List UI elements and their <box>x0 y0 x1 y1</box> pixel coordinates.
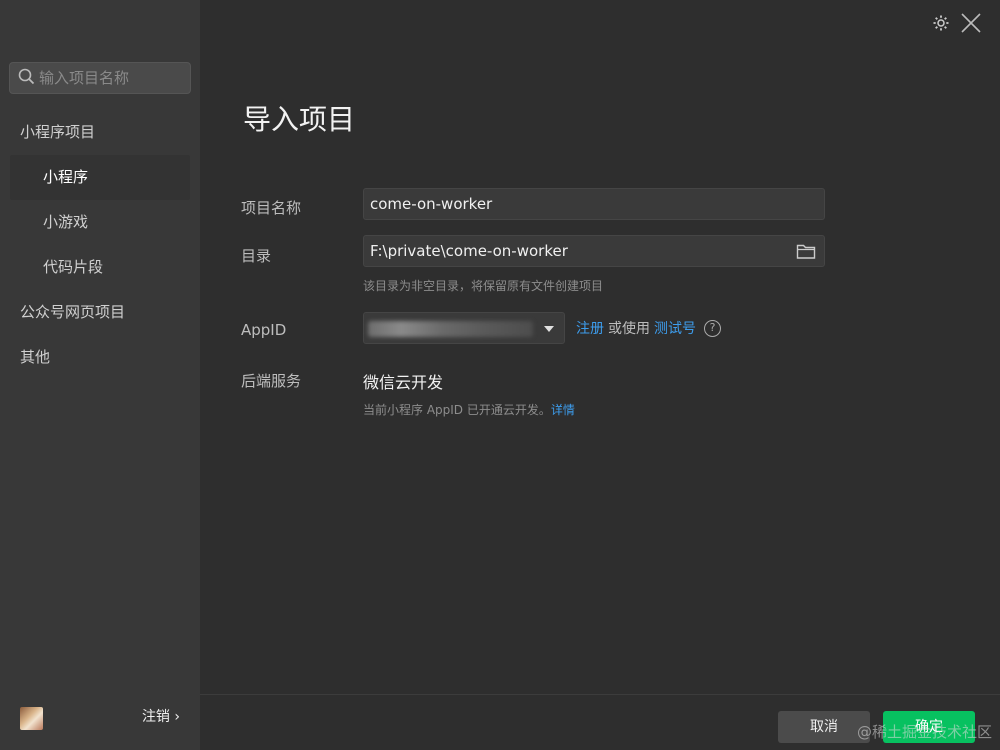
avatar[interactable] <box>20 707 43 730</box>
sidebar-nav: 小程序项目 小程序 小游戏 代码片段 公众号网页项目 其他 <box>0 110 200 380</box>
bottom-bar: 取消 确定 <box>200 694 1000 750</box>
sidebar-item-code-snippet[interactable]: 代码片段 <box>0 245 200 290</box>
or-use-text: 或使用 <box>608 321 650 337</box>
backend-hint: 当前小程序 AppID 已开通云开发。 <box>363 403 551 417</box>
backend-details-link[interactable]: 详情 <box>551 403 575 417</box>
sidebar-item-other[interactable]: 其他 <box>0 335 200 380</box>
test-account-link[interactable]: 测试号 <box>654 318 696 338</box>
sidebar-item-minigame[interactable]: 小游戏 <box>0 200 200 245</box>
folder-icon[interactable] <box>796 243 816 264</box>
appid-redacted-value <box>368 321 533 337</box>
project-name-input[interactable] <box>370 195 770 213</box>
sidebar-item-miniprogram-project[interactable]: 小程序项目 <box>0 110 200 155</box>
search-input[interactable] <box>39 69 179 87</box>
help-icon[interactable]: ? <box>704 319 721 337</box>
backend-hint-row: 当前小程序 AppID 已开通云开发。详情 <box>363 401 575 418</box>
main-panel: 导入项目 项目名称 目录 该目录为非空目录，将保留原有文件创建项目 AppID … <box>200 0 1000 750</box>
directory-input[interactable] <box>370 242 770 260</box>
cancel-button[interactable]: 取消 <box>778 711 870 743</box>
project-name-field[interactable] <box>363 188 825 220</box>
search-icon <box>18 68 35 89</box>
directory-label: 目录 <box>241 247 272 265</box>
chevron-down-icon[interactable] <box>544 326 554 332</box>
project-name-label: 项目名称 <box>241 199 302 217</box>
search-box[interactable] <box>9 62 191 94</box>
logout-button[interactable]: 注销 › <box>142 706 180 726</box>
register-link[interactable]: 注册 <box>576 318 604 338</box>
directory-hint: 该目录为非空目录，将保留原有文件创建项目 <box>363 279 604 293</box>
backend-label: 后端服务 <box>241 372 302 390</box>
directory-field[interactable] <box>363 235 825 267</box>
sidebar-footer: 注销 › <box>0 694 200 750</box>
appid-label: AppID <box>241 321 287 339</box>
sidebar: 小程序项目 小程序 小游戏 代码片段 公众号网页项目 其他 注销 › <box>0 0 200 750</box>
sidebar-item-official-account-web[interactable]: 公众号网页项目 <box>0 290 200 335</box>
page-title: 导入项目 <box>243 103 356 136</box>
sidebar-item-miniprogram[interactable]: 小程序 <box>10 155 190 200</box>
confirm-button[interactable]: 确定 <box>883 711 975 743</box>
appid-links: 注册 或使用 测试号 ? <box>576 318 721 338</box>
appid-select[interactable] <box>363 312 565 344</box>
backend-value: 微信云开发 <box>363 373 444 392</box>
